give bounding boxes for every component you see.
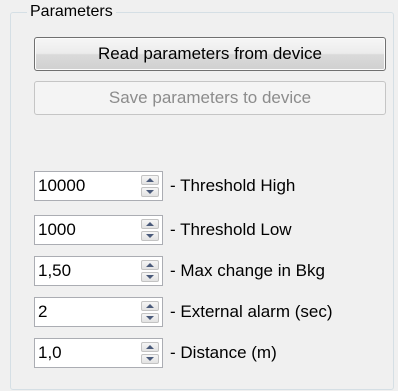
arrow-up-icon	[146, 178, 154, 182]
threshold-high-label: - Threshold High	[170, 176, 296, 195]
distance-spinbox[interactable]: 1,0	[34, 338, 163, 368]
spin-up-button[interactable]	[141, 219, 159, 229]
arrow-up-icon	[146, 222, 154, 226]
max-change-label: - Max change in Bkg	[170, 261, 325, 280]
spin-buttons	[141, 219, 159, 241]
spin-up-button[interactable]	[141, 260, 159, 270]
external-alarm-spinbox[interactable]: 2	[34, 297, 163, 327]
max-change-spinbox[interactable]: 1,50	[34, 256, 163, 286]
threshold-low-spinbox[interactable]: 1000	[34, 215, 163, 245]
spin-down-button[interactable]	[141, 272, 159, 282]
spin-down-button[interactable]	[141, 313, 159, 323]
arrow-up-icon	[146, 263, 154, 267]
distance-row: 1,0 - Distance (m)	[34, 338, 277, 368]
spin-buttons	[141, 260, 159, 282]
parameters-group-title: Parameters	[27, 2, 116, 22]
spin-up-button[interactable]	[141, 342, 159, 352]
threshold-low-row: 1000 - Threshold Low	[34, 215, 292, 245]
spin-buttons	[141, 301, 159, 323]
read-parameters-button[interactable]: Read parameters from device	[34, 37, 386, 71]
threshold-high-spinbox[interactable]: 10000	[34, 171, 163, 201]
spin-down-button[interactable]	[141, 354, 159, 364]
arrow-down-icon	[146, 190, 154, 194]
arrow-down-icon	[146, 234, 154, 238]
save-parameters-button[interactable]: Save parameters to device	[34, 81, 386, 115]
threshold-high-row: 10000 - Threshold High	[34, 171, 295, 201]
spin-down-button[interactable]	[141, 231, 159, 241]
distance-label: - Distance (m)	[170, 343, 277, 362]
arrow-down-icon	[146, 357, 154, 361]
arrow-down-icon	[146, 275, 154, 279]
max-change-row: 1,50 - Max change in Bkg	[34, 256, 325, 286]
threshold-low-label: - Threshold Low	[170, 220, 292, 239]
spin-up-button[interactable]	[141, 301, 159, 311]
spin-buttons	[141, 175, 159, 197]
external-alarm-row: 2 - External alarm (sec)	[34, 297, 332, 327]
arrow-up-icon	[146, 304, 154, 308]
spin-buttons	[141, 342, 159, 364]
external-alarm-label: - External alarm (sec)	[170, 302, 333, 321]
spin-up-button[interactable]	[141, 175, 159, 185]
arrow-down-icon	[146, 316, 154, 320]
spin-down-button[interactable]	[141, 187, 159, 197]
arrow-up-icon	[146, 345, 154, 349]
